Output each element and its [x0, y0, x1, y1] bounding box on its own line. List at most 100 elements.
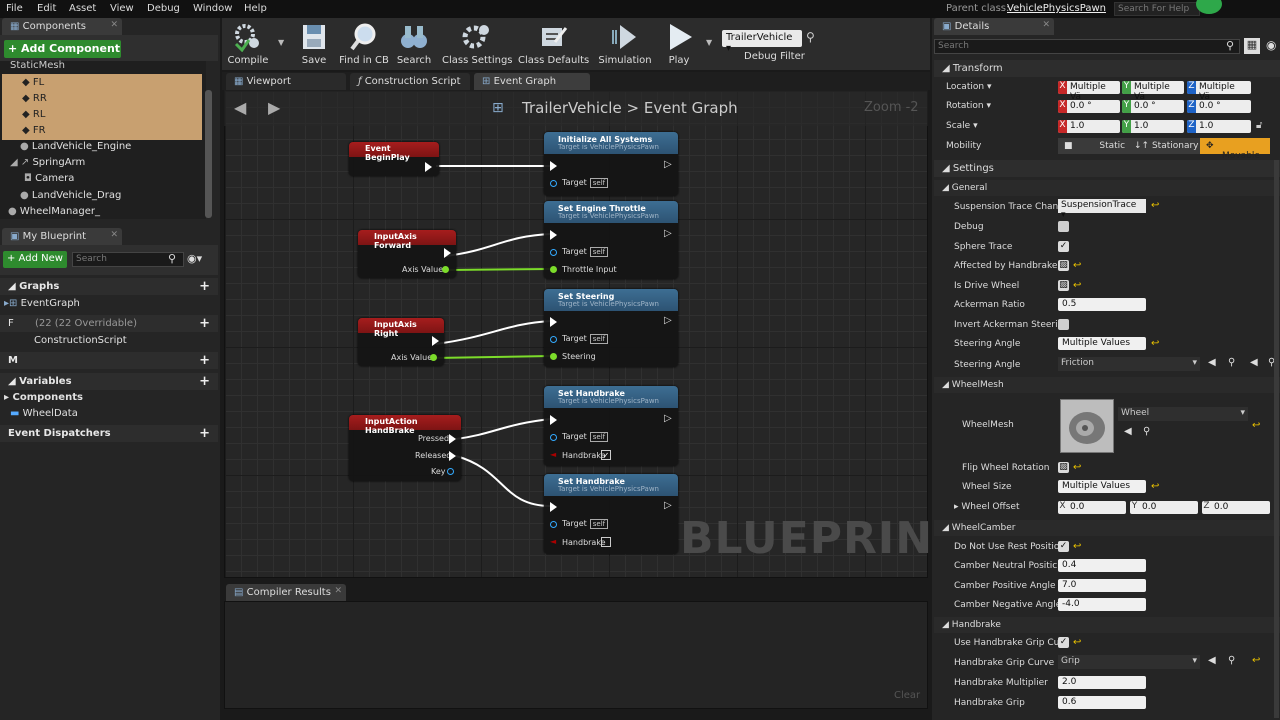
bool-pin[interactable]: ◄ [550, 450, 556, 459]
exec-out-pin[interactable]: ▷ [664, 315, 672, 326]
close-icon[interactable]: ✕ [1042, 20, 1050, 30]
save-button[interactable]: Save [292, 20, 336, 68]
initialize-all-systems-node[interactable]: Initialize All Systems Target is VehicleP… [544, 132, 678, 196]
location-z-field[interactable]: Z Multiple Vä [1187, 81, 1251, 102]
affected-handbrake-checkbox[interactable]: ▨ [1058, 260, 1069, 271]
tree-item-staticmesh[interactable]: StaticMesh [10, 60, 65, 71]
handbrake-subcategory[interactable]: ◢ Handbrake [934, 617, 1280, 633]
camber-positive-input[interactable]: 7.0 [1058, 579, 1146, 592]
close-icon[interactable]: ✕ [110, 230, 118, 240]
menu-window[interactable]: Window [193, 3, 232, 14]
reset-icon[interactable]: ↩ [1151, 200, 1159, 211]
target-pin[interactable] [550, 434, 557, 441]
camber-neutral-input[interactable]: 0.4 [1058, 559, 1146, 572]
offset-z-field[interactable]: Z 0.0 [1202, 501, 1270, 514]
add-dispatcher-button[interactable]: + [199, 426, 210, 441]
target-pin[interactable] [550, 180, 557, 187]
tab-details[interactable]: ▣ Details ✕ [934, 18, 1054, 35]
clear-button[interactable]: Clear [894, 690, 920, 701]
debug-object-select[interactable]: TrailerVehicle ▾ [722, 30, 802, 54]
location-label[interactable]: Location ▾ [946, 82, 991, 92]
help-search-input[interactable]: Search For Help [1114, 2, 1200, 16]
tree-item-fl[interactable]: ◆ FL [22, 77, 44, 88]
set-steering-node[interactable]: Set Steering Target is VehiclePhysicsPawn… [544, 289, 678, 367]
tab-compiler-results[interactable]: ▤ Compiler Results ✕ [226, 584, 346, 601]
throttle-input-pin[interactable] [550, 266, 557, 273]
location-x-field[interactable]: X Multiple Vä [1058, 81, 1120, 102]
inputaxis-forward-node[interactable]: InputAxis Forward Axis Value [358, 230, 456, 278]
search-icon[interactable]: ⚲ [1228, 357, 1235, 368]
reset-icon[interactable]: ↩ [1073, 541, 1081, 552]
grid-view-icon[interactable]: ▦ [1244, 38, 1260, 54]
scale-y-field[interactable]: Y 1.0 [1122, 120, 1184, 133]
event-beginplay-node[interactable]: Event BeginPlay [349, 142, 439, 176]
reset-icon[interactable]: ↩ [1073, 462, 1081, 473]
inputaction-handbrake-node[interactable]: InputAction HandBrake Pressed Released K… [349, 415, 461, 481]
add-component-button[interactable]: + Add Component [4, 40, 121, 58]
steering-angle-input[interactable]: Multiple Values [1058, 337, 1146, 350]
rotation-label[interactable]: Rotation ▾ [946, 101, 991, 111]
tab-components[interactable]: ▦ Components ✕ [2, 18, 122, 35]
no-rest-position-checkbox[interactable]: ✓ [1058, 541, 1069, 552]
menu-file[interactable]: File [6, 3, 23, 14]
handbrake-checkbox[interactable]: ✓ [601, 450, 611, 460]
event-graph-item[interactable]: ▸⊞ EventGraph [4, 298, 80, 309]
tree-item-drag[interactable]: ● LandVehicle_Drag [20, 190, 121, 201]
exec-out-pin[interactable] [432, 336, 439, 346]
tree-item-rl[interactable]: ◆ RL [22, 109, 45, 120]
exec-out-pin[interactable] [444, 248, 451, 258]
transform-category[interactable]: ◢ Transform [934, 60, 1280, 77]
rotation-y-field[interactable]: Y 0.0 ° [1122, 100, 1184, 113]
eye-icon[interactable]: ◉▾ [187, 252, 202, 265]
tree-item-springarm[interactable]: ◢ ↗ SpringArm [10, 157, 85, 168]
wheel-mesh-thumbnail[interactable] [1060, 399, 1114, 453]
exec-in-pin[interactable] [550, 230, 557, 240]
tab-construction-script[interactable]: ƒ Construction Script [350, 73, 470, 90]
menu-debug[interactable]: Debug [147, 3, 180, 14]
settings-category[interactable]: ◢ Settings [934, 160, 1280, 177]
tree-item-camera[interactable]: ◘ Camera [24, 173, 74, 184]
chevron-down-icon[interactable]: ▼ [278, 38, 284, 47]
construction-script-item[interactable]: ConstructionScript [34, 335, 127, 346]
wheel-size-input[interactable]: Multiple Values [1058, 480, 1146, 493]
exec-out-pin[interactable]: ▷ [664, 159, 672, 170]
invert-ackerman-checkbox[interactable] [1058, 319, 1069, 330]
add-function-button[interactable]: + [199, 316, 210, 331]
key-pin[interactable] [447, 468, 454, 475]
close-icon[interactable]: ✕ [334, 586, 342, 596]
wheel-camber-subcategory[interactable]: ◢ WheelCamber [934, 520, 1280, 536]
reset-icon[interactable]: ↩ [1252, 655, 1260, 666]
variables-section[interactable]: ◢ Variables + [0, 373, 218, 390]
add-macro-button[interactable]: + [199, 353, 210, 368]
search-icon[interactable]: ⚲ [1143, 426, 1150, 437]
components-category[interactable]: ▸ Components [4, 392, 83, 403]
menu-asset[interactable]: Asset [69, 3, 96, 14]
tree-item-wheelmanager[interactable]: ● WheelManager_ [8, 206, 100, 217]
add-new-button[interactable]: + Add New [3, 251, 67, 268]
axis-value-pin[interactable] [430, 354, 437, 361]
tab-event-graph[interactable]: ⊞ Event Graph [474, 73, 590, 90]
exec-out-pin[interactable]: ▷ [664, 500, 672, 511]
use-grip-curve-checkbox[interactable]: ✓ [1058, 637, 1069, 648]
scale-label[interactable]: Scale ▾ [946, 121, 978, 131]
offset-x-field[interactable]: X 0.0 [1058, 501, 1126, 514]
parent-class-link[interactable]: VehiclePhysicsPawn [1007, 3, 1106, 14]
exec-in-pin[interactable] [550, 415, 557, 425]
exec-out-pin[interactable] [425, 162, 432, 172]
reset-icon[interactable]: ↩ [1073, 280, 1081, 291]
wheel-mesh-select[interactable]: Wheel ▾ [1118, 407, 1248, 421]
handbrake-grip-input[interactable]: 0.6 [1058, 696, 1146, 709]
steering-input-pin[interactable] [550, 353, 557, 360]
ackerman-ratio-input[interactable]: 0.5 [1058, 298, 1146, 311]
class-defaults-button[interactable]: Class Defaults [518, 20, 589, 68]
suspension-trace-select[interactable]: SuspensionTrace ▾ [1058, 199, 1146, 220]
released-exec-pin[interactable] [449, 451, 456, 461]
reset-icon[interactable]: ↩ [1252, 420, 1260, 431]
scale-x-field[interactable]: X 1.0 [1058, 120, 1120, 133]
event-dispatchers-section[interactable]: Event Dispatchers + [0, 425, 218, 442]
grip-curve-select[interactable]: Grip ▾ [1058, 655, 1200, 669]
find-in-cb-button[interactable]: Find in CB [338, 20, 390, 68]
simulation-button[interactable]: Simulation [596, 20, 654, 68]
flip-wheel-rotation-checkbox[interactable]: ▨ [1058, 462, 1069, 473]
rotation-x-field[interactable]: X 0.0 ° [1058, 100, 1120, 113]
